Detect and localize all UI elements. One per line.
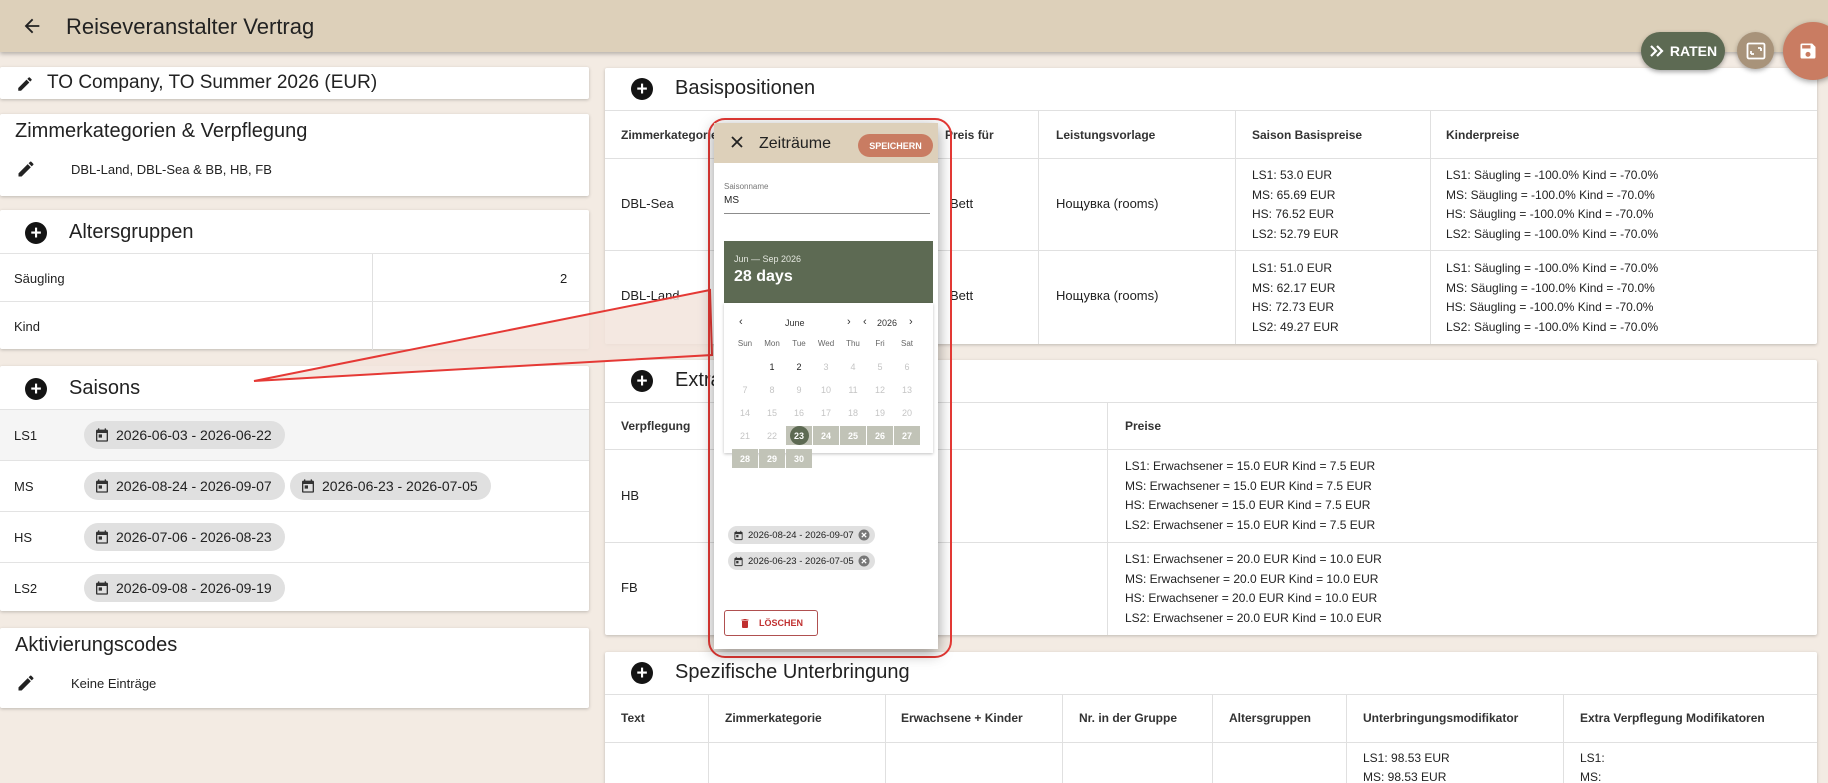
calendar-day[interactable]: 20 (894, 403, 920, 422)
calendar-grid: ‹ June › ‹ 2026 › Sun Mon Tue Wed Thu Fri Sat … (724, 303, 933, 468)
calendar-day[interactable]: 5 (867, 357, 893, 376)
calendar-day[interactable]: 21 (732, 426, 758, 445)
calendar-day[interactable]: 6 (894, 357, 920, 376)
calendar-day[interactable]: 11 (840, 380, 866, 399)
calendar-day[interactable]: 1 (759, 357, 785, 376)
calendar-day[interactable]: 27 (894, 426, 920, 445)
calendar-day[interactable]: 16 (786, 403, 812, 422)
calendar-day[interactable]: 14 (732, 403, 758, 422)
trash-icon (739, 617, 751, 630)
calendar-day[interactable]: 12 (867, 380, 893, 399)
dialog-date-chip[interactable]: 2026-08-24 - 2026-09-07 (728, 526, 875, 544)
calendar-day[interactable]: 9 (786, 380, 812, 399)
saisonname-label: Saisonname (724, 182, 769, 191)
calendar-month[interactable]: June (785, 318, 805, 328)
calendar-day[interactable]: 8 (759, 380, 785, 399)
calendar-day[interactable]: 26 (867, 426, 893, 445)
calendar-day[interactable]: 10 (813, 380, 839, 399)
dialog-date-chip[interactable]: 2026-06-23 - 2026-07-05 (728, 552, 875, 570)
calendar-day[interactable]: 4 (840, 357, 866, 376)
remove-chip-icon[interactable] (858, 529, 870, 541)
zeitraeume-dialog: Zeiträume SPEICHERN Saisonname MS Jun — … (714, 123, 938, 649)
chip-label: 2026-06-23 - 2026-07-05 (748, 555, 854, 567)
calendar-day[interactable]: 7 (732, 380, 758, 399)
prev-month-icon[interactable]: ‹ (739, 316, 743, 328)
loeschen-button[interactable]: LÖSCHEN (724, 610, 818, 636)
next-month-icon[interactable]: › (847, 316, 851, 328)
dialog-header: Zeiträume SPEICHERN (714, 123, 938, 163)
weekday-label: Thu (846, 339, 860, 348)
calendar-days-count: 28 days (734, 268, 793, 285)
prev-year-icon[interactable]: ‹ (863, 316, 867, 328)
calendar-day[interactable]: 22 (759, 426, 785, 445)
next-year-icon[interactable]: › (909, 316, 913, 328)
calendar-day[interactable]: 2 (786, 357, 812, 376)
calendar-day[interactable]: 15 (759, 403, 785, 422)
calendar-day[interactable]: 24 (813, 426, 839, 445)
weekday-label: Wed (817, 339, 835, 348)
remove-chip-icon[interactable] (858, 555, 870, 567)
calendar-day[interactable]: 19 (867, 403, 893, 422)
weekday-label: Sat (900, 339, 913, 348)
weekday-label: Mon (764, 339, 780, 348)
calendar-day[interactable]: 30 (786, 449, 812, 468)
calendar-day[interactable]: 28 (732, 449, 758, 468)
calendar-day[interactable]: 25 (840, 426, 866, 445)
calendar-header: Jun — Sep 2026 28 days (724, 241, 933, 303)
input-underline (724, 213, 930, 214)
calendar-day[interactable]: 3 (813, 357, 839, 376)
calendar-day[interactable]: 17 (813, 403, 839, 422)
weekday-label: Tue (792, 339, 806, 348)
selected-day: 23 (789, 426, 809, 445)
close-icon[interactable] (730, 135, 746, 151)
calendar-day[interactable]: 18 (840, 403, 866, 422)
weekday-label: Sun (737, 339, 753, 348)
calendar-year[interactable]: 2026 (877, 318, 897, 328)
calendar-day[interactable]: 23 (786, 426, 812, 445)
calendar-icon (733, 530, 744, 541)
calendar-range: Jun — Sep 2026 (734, 254, 802, 264)
calendar-day[interactable]: 13 (894, 380, 920, 399)
calendar-day[interactable]: 29 (759, 449, 785, 468)
dialog-title: Zeiträume (759, 135, 832, 152)
saisonname-input[interactable]: MS (724, 195, 739, 206)
calendar-icon (733, 556, 744, 567)
chip-label: 2026-08-24 - 2026-09-07 (748, 529, 854, 541)
loeschen-label: LÖSCHEN (758, 618, 803, 628)
weekday-label: Fri (875, 339, 885, 348)
speichern-button[interactable]: SPEICHERN (858, 134, 933, 157)
